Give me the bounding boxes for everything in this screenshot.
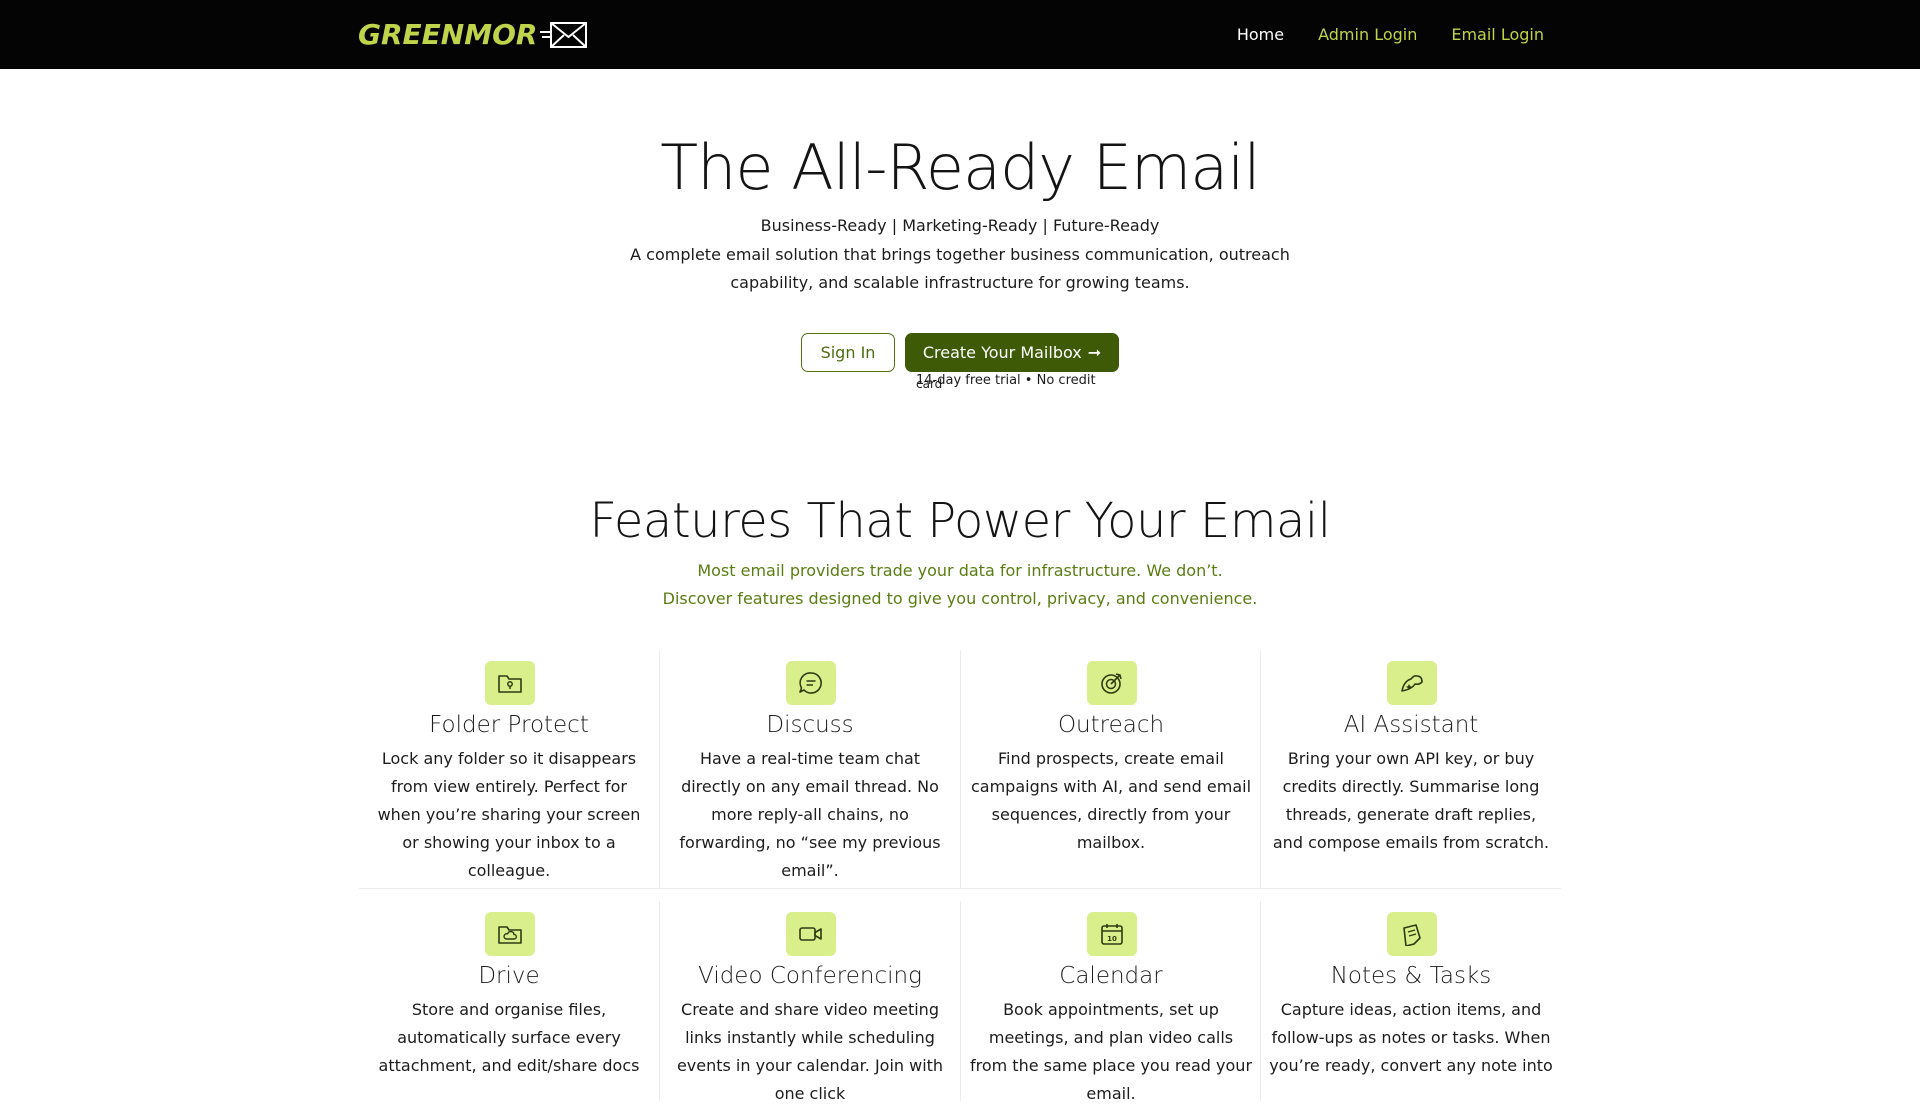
feature-title: AI Assistant xyxy=(1343,712,1479,738)
feature-title: Drive xyxy=(478,963,540,989)
feature-description: Create and share video meeting links ins… xyxy=(676,1000,944,1103)
envelope-logo-icon xyxy=(540,22,588,48)
feature-title: Calendar xyxy=(1059,963,1163,989)
top-navbar: GREENMOR Home Admin Login Email Login xyxy=(0,0,1920,69)
features-row-1: Folder Protect Lock any folder so it dis… xyxy=(359,650,1561,889)
brand-logo[interactable]: GREENMOR xyxy=(358,18,588,52)
feature-description: Capture ideas, action items, and follow-… xyxy=(1269,1000,1553,1075)
main-nav: Home Admin Login Email Login xyxy=(1203,0,1544,69)
feature-card: Video Conferencing Create and share vide… xyxy=(659,901,959,1103)
feature-card: 10 Calendar Book appointments, set up me… xyxy=(960,901,1260,1103)
feature-description: Book appointments, set up meetings, and … xyxy=(969,1000,1253,1103)
video-camera-icon xyxy=(786,912,836,956)
nav-email-login-link[interactable]: Email Login xyxy=(1451,25,1544,44)
feature-card: Notes & Tasks Capture ideas, action item… xyxy=(1260,901,1560,1101)
calendar-icon: 10 xyxy=(1087,912,1137,956)
feature-description: Store and organise files, automatically … xyxy=(378,1000,640,1075)
folder-lock-icon xyxy=(485,661,535,705)
feature-description: Have a real-time team chat directly on a… xyxy=(679,749,941,880)
feature-card: Discuss Have a real-time team chat direc… xyxy=(659,650,959,888)
trial-note-wrap: card xyxy=(916,377,943,391)
features-subtitle-1: Most email providers trade your data for… xyxy=(697,561,1223,580)
target-icon xyxy=(1087,661,1137,705)
feature-card: Drive Store and organise files, automati… xyxy=(359,901,659,1101)
row-divider xyxy=(359,888,1561,889)
sign-in-button[interactable]: Sign In xyxy=(801,333,895,372)
trial-note: 14-day free trial • No credit xyxy=(916,373,1096,388)
feature-title: Notes & Tasks xyxy=(1330,963,1492,989)
nav-home-link[interactable]: Home xyxy=(1237,25,1284,44)
create-mailbox-button[interactable]: Create Your Mailbox ➞ xyxy=(905,333,1119,372)
feature-description: Find prospects, create email campaigns w… xyxy=(970,749,1252,852)
ai-sparkle-icon xyxy=(1387,661,1437,705)
hero-tagline: Business-Ready | Marketing-Ready | Futur… xyxy=(760,216,1160,235)
features-row-2: Drive Store and organise files, automati… xyxy=(359,901,1561,1103)
note-icon xyxy=(1387,912,1437,956)
features-title: Features That Power Your Email xyxy=(589,493,1331,549)
feature-description: Lock any folder so it disappears from vi… xyxy=(377,749,641,880)
nav-admin-login-link[interactable]: Admin Login xyxy=(1318,25,1417,44)
feature-title: Video Conferencing xyxy=(698,963,922,989)
chat-bubble-icon xyxy=(786,661,836,705)
svg-text:10: 10 xyxy=(1107,935,1117,943)
feature-card: Outreach Find prospects, create email ca… xyxy=(960,650,1260,888)
arrow-right-icon: ➞ xyxy=(1087,343,1102,362)
create-mailbox-label: Create Your Mailbox xyxy=(922,343,1082,362)
hero-title: The All-Ready Email xyxy=(660,131,1260,204)
feature-card: AI Assistant Bring your own API key, or … xyxy=(1260,650,1560,888)
feature-title: Outreach xyxy=(1057,712,1165,738)
feature-title: Discuss xyxy=(766,712,854,738)
features-grid: Folder Protect Lock any folder so it dis… xyxy=(359,650,1561,1103)
features-subtitle-2: Discover features designed to give you c… xyxy=(662,589,1258,608)
feature-title: Folder Protect xyxy=(429,712,589,738)
logo-text: GREENMOR xyxy=(358,18,538,51)
feature-description: Bring your own API key, or buy credits d… xyxy=(1272,749,1550,852)
hero-description: A complete email solution that brings to… xyxy=(630,245,1290,292)
folder-cloud-icon xyxy=(485,912,535,956)
feature-card: Folder Protect Lock any folder so it dis… xyxy=(359,650,659,888)
